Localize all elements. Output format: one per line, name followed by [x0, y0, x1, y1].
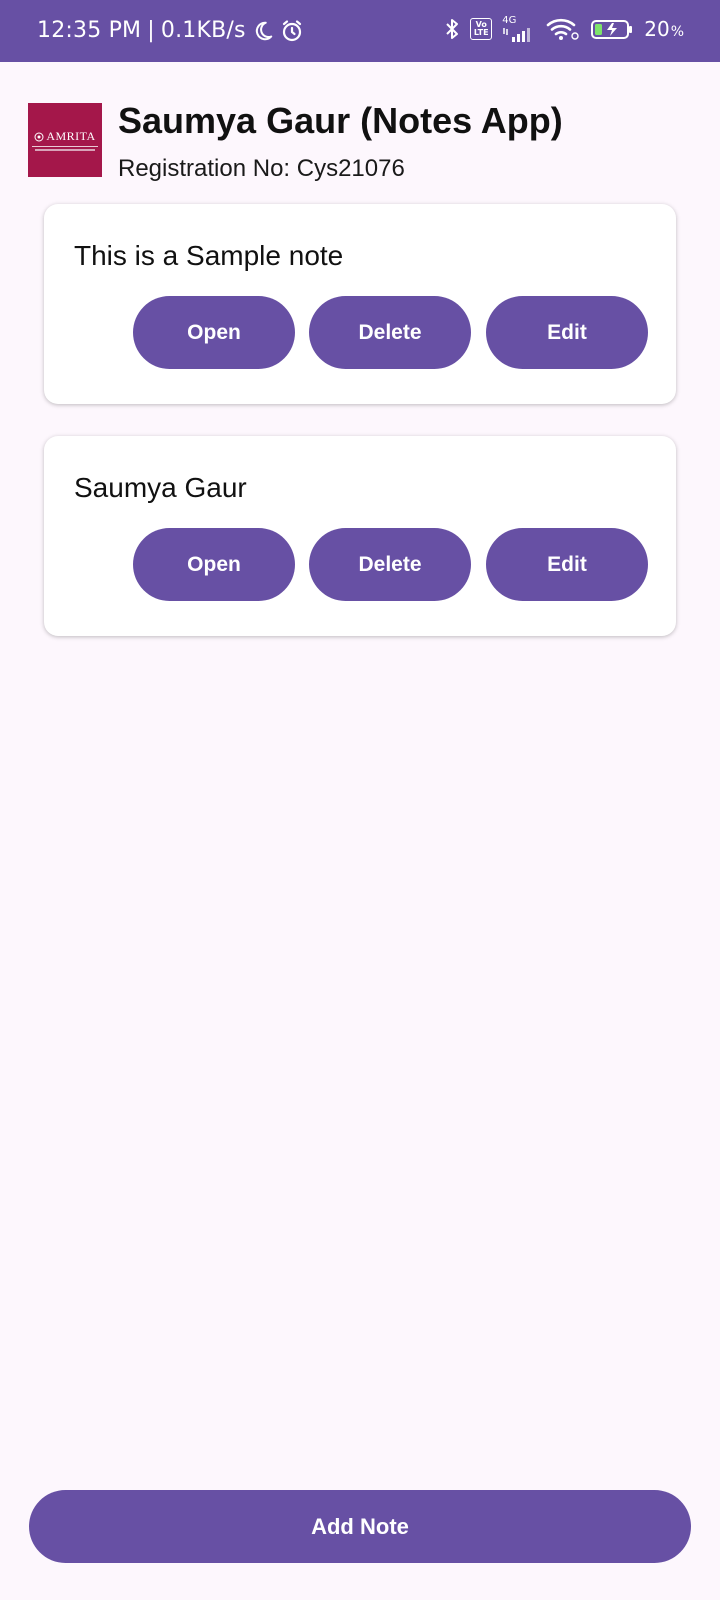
signal-icon: 4G: [502, 16, 536, 42]
delete-note-button[interactable]: Delete: [309, 528, 471, 601]
status-right: Vo LTE 4G 20%: [444, 16, 684, 42]
network-type: 4G: [502, 15, 517, 26]
moon-icon: [252, 20, 274, 42]
lamp-icon: [34, 132, 44, 141]
note-title: This is a Sample note: [74, 240, 344, 271]
status-time: 12:35 PM: [37, 18, 142, 43]
delete-note-button[interactable]: Delete: [309, 296, 471, 369]
registration-number: Registration No: Cys21076: [118, 155, 405, 182]
logo-text: AMRITA: [46, 129, 96, 143]
status-separator: |: [147, 18, 155, 43]
add-note-button[interactable]: Add Note: [29, 1490, 691, 1563]
note-card: Saumya Gaur Open Delete Edit: [44, 436, 676, 636]
amrita-logo: AMRITA: [28, 103, 102, 177]
page-title: Saumya Gaur (Notes App): [118, 100, 563, 141]
status-left: 12:35 PM | 0.1KB/s: [37, 18, 304, 43]
alarm-icon: [280, 19, 304, 43]
bluetooth-icon: [444, 17, 460, 41]
edit-note-button[interactable]: Edit: [486, 528, 648, 601]
status-bar: 12:35 PM | 0.1KB/s Vo LTE 4G 20%: [0, 0, 720, 62]
note-card: This is a Sample note Open Delete Edit: [44, 204, 676, 404]
volte-icon: Vo LTE: [470, 18, 493, 40]
open-note-button[interactable]: Open: [133, 528, 295, 601]
status-net-speed: 0.1KB/s: [160, 18, 246, 43]
header: AMRITA Saumya Gaur (Notes App) Registrat…: [28, 100, 692, 190]
battery-percent: 20%: [644, 17, 684, 41]
edit-note-button[interactable]: Edit: [486, 296, 648, 369]
wifi-icon: [546, 17, 580, 41]
note-title: Saumya Gaur: [74, 472, 247, 503]
open-note-button[interactable]: Open: [133, 296, 295, 369]
battery-charging-icon: [590, 17, 634, 41]
